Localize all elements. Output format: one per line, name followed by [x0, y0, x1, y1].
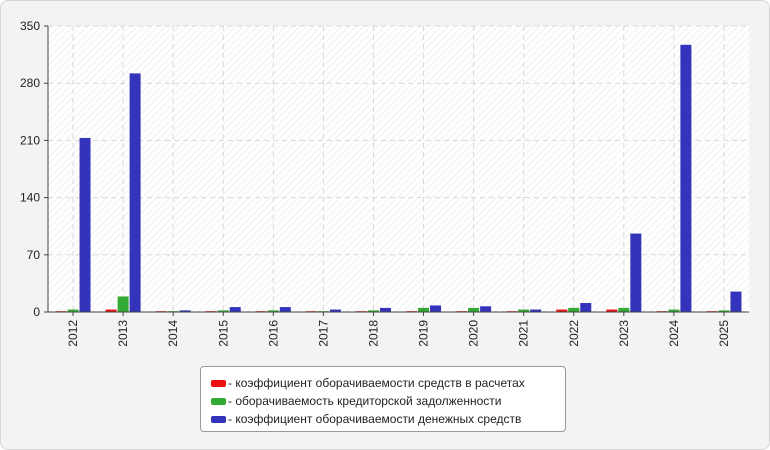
legend-label: - оборачиваемость кредиторской задолженн… [228, 394, 502, 408]
legend-item: - оборачиваемость кредиторской задолженн… [211, 392, 565, 410]
legend-label: - коэффициент оборачиваемости денежных с… [228, 412, 522, 426]
x-tick-label: 2018 [366, 320, 380, 347]
bar [129, 73, 141, 312]
x-tick-label: 2024 [667, 320, 681, 347]
y-tick-label: 350 [20, 19, 40, 33]
bar [630, 233, 642, 312]
x-tick-label: 2019 [417, 320, 431, 347]
bar [480, 306, 492, 312]
legend-item: - коэффициент оборачиваемости средств в … [211, 374, 565, 392]
y-axis-ticks: 0 70 140 210 280 350 [20, 19, 48, 319]
legend-label: - коэффициент оборачиваемости средств в … [228, 376, 525, 390]
bar [79, 137, 91, 312]
legend: - коэффициент оборачиваемости средств в … [200, 366, 566, 432]
x-tick-label: 2012 [66, 320, 80, 347]
x-axis-ticks: 2012 2013 2014 2015 2016 2017 2018 2019 2020 2021… [66, 312, 731, 347]
x-tick-label: 2013 [116, 320, 130, 347]
bar [418, 307, 430, 312]
y-tick-label: 140 [20, 191, 40, 205]
bar [730, 291, 742, 312]
bar [680, 44, 692, 313]
y-tick-label: 280 [20, 76, 40, 90]
bar [618, 307, 630, 312]
x-tick-label: 2020 [467, 320, 481, 347]
x-tick-label: 2017 [316, 320, 330, 347]
x-tick-label: 2021 [517, 320, 531, 347]
x-tick-label: 2014 [166, 320, 180, 347]
bar [580, 303, 592, 312]
legend-swatch-blue [211, 415, 226, 423]
x-tick-label: 2025 [717, 320, 731, 347]
bar [468, 307, 480, 312]
x-tick-label: 2015 [216, 320, 230, 347]
x-tick-label: 2016 [266, 320, 280, 347]
bar [279, 307, 291, 312]
y-tick-label: 0 [33, 305, 40, 319]
bar [229, 307, 241, 312]
bar [568, 307, 580, 312]
legend-swatch-red [211, 379, 226, 387]
bar [379, 307, 391, 312]
bar [117, 296, 129, 312]
y-tick-label: 70 [27, 248, 41, 262]
y-tick-label: 210 [20, 133, 40, 147]
x-tick-label: 2023 [617, 320, 631, 347]
legend-swatch-green [211, 397, 226, 405]
legend-item: - коэффициент оборачиваемости денежных с… [211, 410, 565, 428]
plot-area [48, 26, 749, 312]
bar [430, 305, 442, 312]
x-tick-label: 2022 [567, 320, 581, 347]
